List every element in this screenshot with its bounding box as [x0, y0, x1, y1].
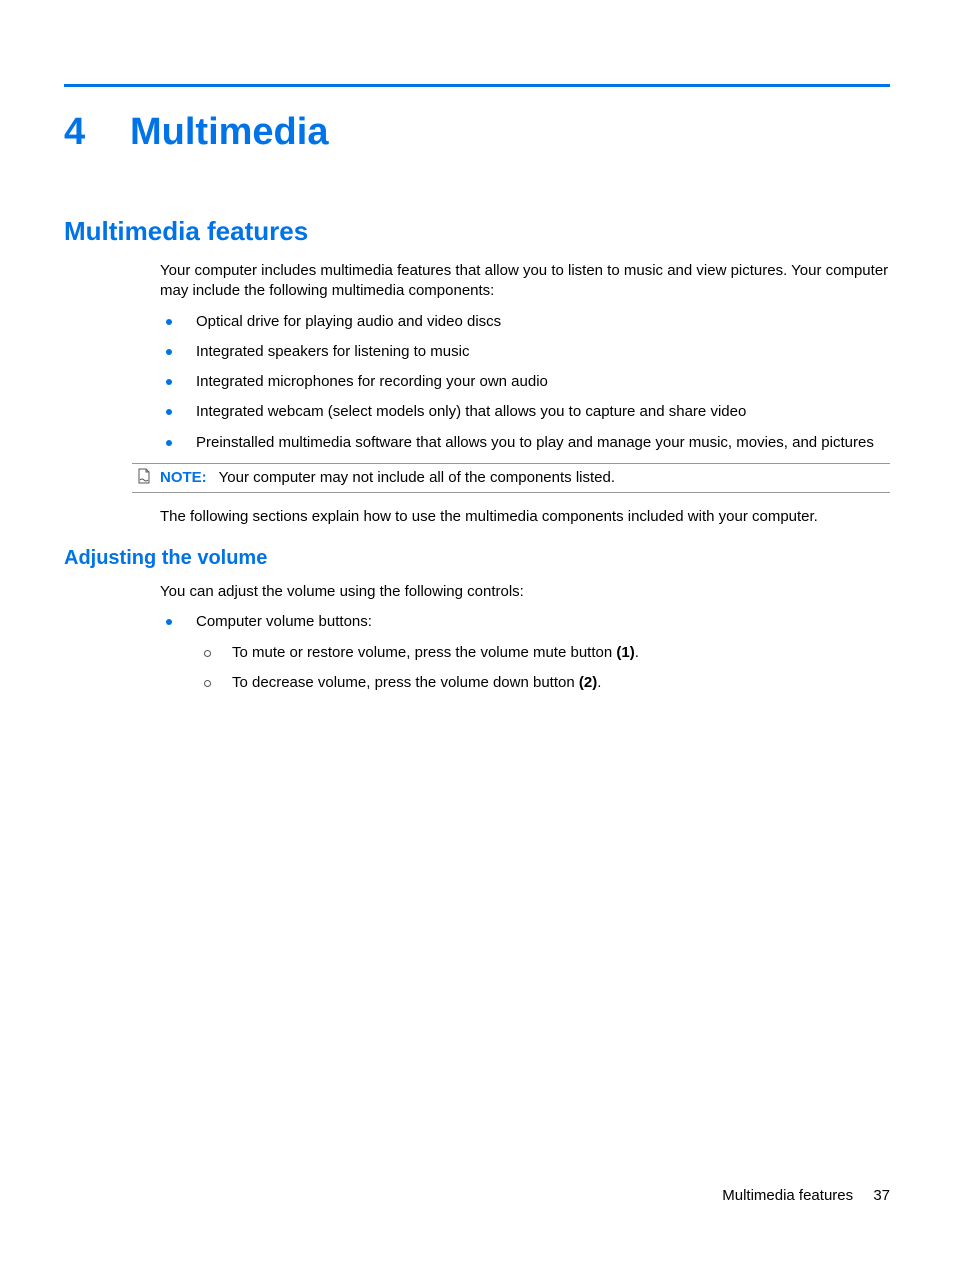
components-list: Optical drive for playing audio and vide… — [160, 312, 890, 453]
list-item: Integrated microphones for recording you… — [160, 372, 890, 392]
chapter-heading: 4 Multimedia — [64, 111, 890, 154]
intro-paragraph: Your computer includes multimedia featur… — [160, 261, 890, 302]
footer-section-title: Multimedia features — [722, 1187, 853, 1204]
list-item: Integrated webcam (select models only) t… — [160, 402, 890, 422]
subsection-heading-adjusting-volume: Adjusting the volume — [64, 547, 890, 570]
sub-item-text-post: . — [597, 674, 601, 691]
volume-controls-list: Computer volume buttons: To mute or rest… — [160, 612, 890, 693]
section-body: Your computer includes multimedia featur… — [160, 261, 890, 527]
note-icon — [132, 468, 156, 488]
note-callout: NOTE: Your computer may not include all … — [132, 463, 890, 493]
chapter-title: Multimedia — [130, 111, 328, 154]
sub-item-text-pre: To mute or restore volume, press the vol… — [232, 644, 616, 661]
sub-item-ref: (2) — [579, 674, 597, 691]
list-item: To decrease volume, press the volume dow… — [196, 673, 890, 693]
page: 4 Multimedia Multimedia features Your co… — [0, 0, 954, 1270]
list-item: Integrated speakers for listening to mus… — [160, 342, 890, 362]
after-note-paragraph: The following sections explain how to us… — [160, 507, 890, 527]
list-item: Computer volume buttons: To mute or rest… — [160, 612, 890, 693]
chapter-number: 4 — [64, 111, 130, 154]
list-item: To mute or restore volume, press the vol… — [196, 643, 890, 663]
sub-item-text-pre: To decrease volume, press the volume dow… — [232, 674, 579, 691]
footer-page-number: 37 — [873, 1187, 890, 1204]
sub-item-ref: (1) — [616, 644, 634, 661]
list-item: Preinstalled multimedia software that al… — [160, 433, 890, 453]
page-footer: Multimedia features 37 — [722, 1187, 890, 1204]
note-text: Your computer may not include all of the… — [219, 469, 615, 486]
section-heading-multimedia-features: Multimedia features — [64, 216, 890, 247]
volume-buttons-sublist: To mute or restore volume, press the vol… — [196, 643, 890, 694]
subsection-intro: You can adjust the volume using the foll… — [160, 582, 890, 602]
list-item: Optical drive for playing audio and vide… — [160, 312, 890, 332]
note-label: NOTE: — [160, 469, 207, 486]
list-item-text: Computer volume buttons: — [196, 613, 372, 630]
sub-item-text-post: . — [635, 644, 639, 661]
subsection-body: You can adjust the volume using the foll… — [160, 582, 890, 693]
chapter-rule — [64, 84, 890, 87]
